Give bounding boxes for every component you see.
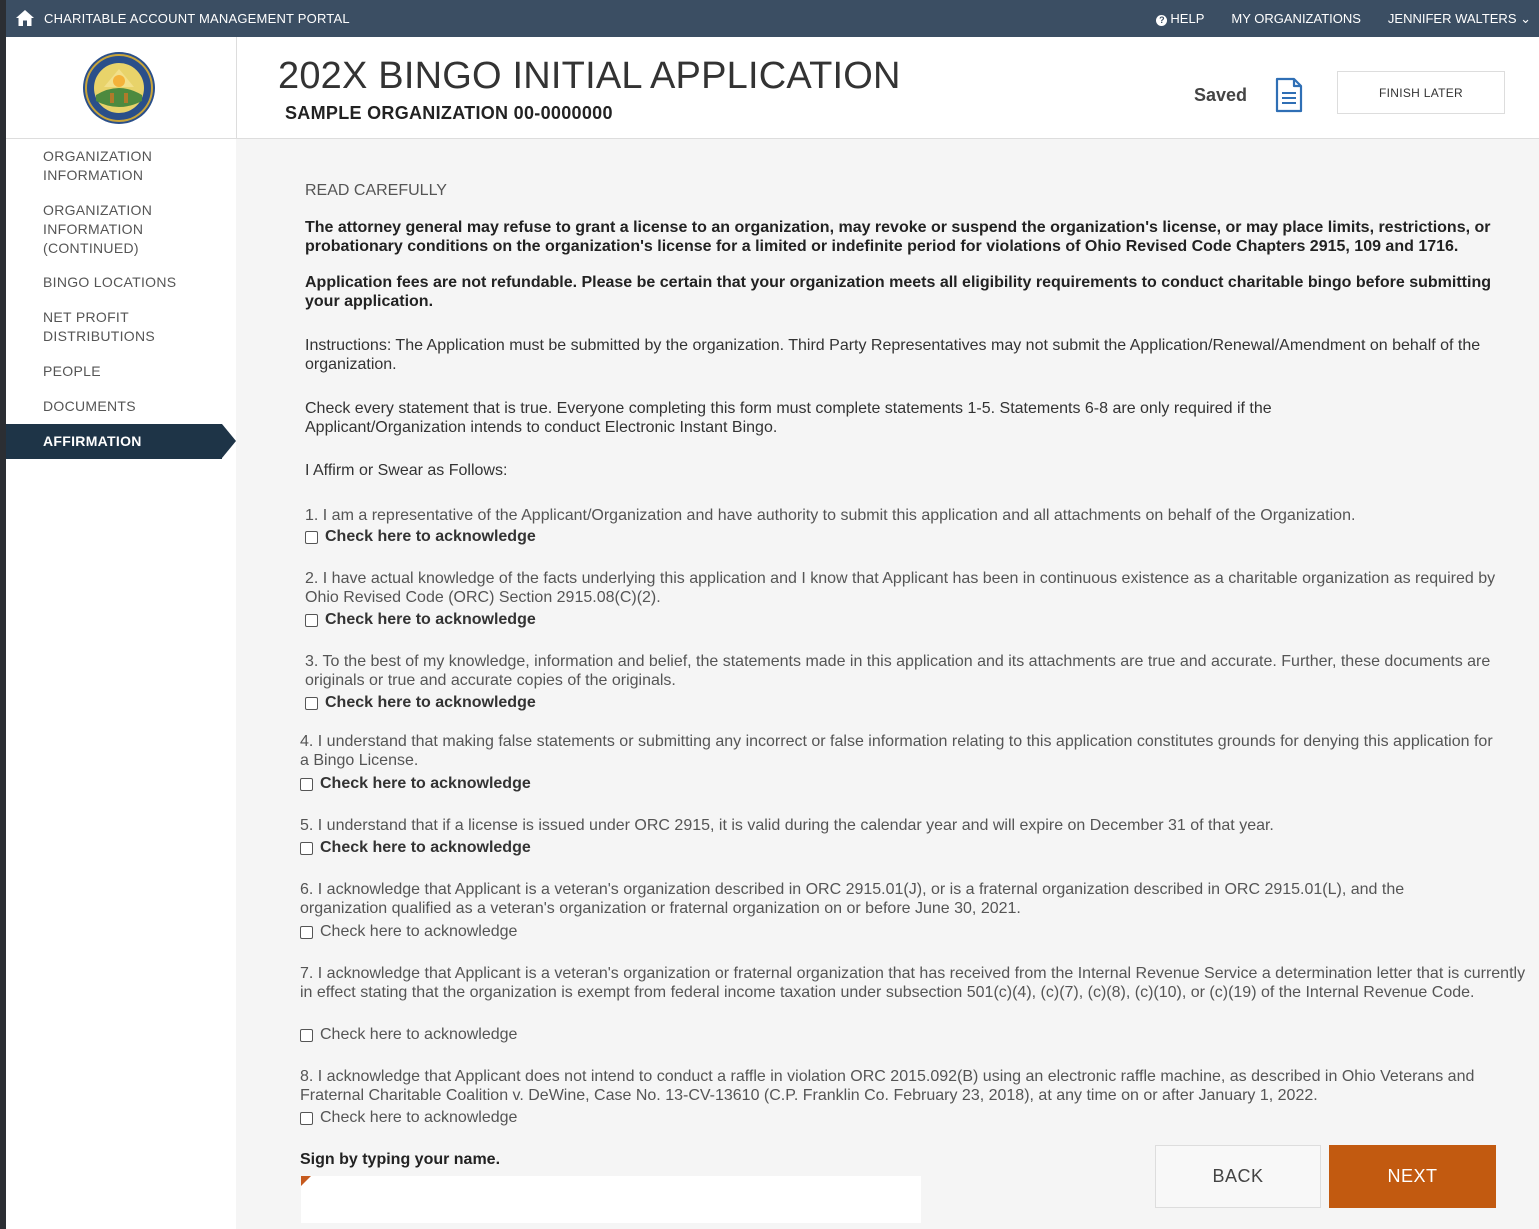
acknowledge-checkbox-6[interactable]: Check here to acknowledge — [300, 923, 517, 941]
statement-3: 3. To the best of my knowledge, informat… — [305, 653, 1491, 689]
statement-8: 8. I acknowledge that Applicant does not… — [300, 1068, 1475, 1104]
sidebar-item-documents[interactable]: DOCUMENTS — [43, 397, 136, 416]
affirmation-form: READ CAREFULLY The attorney general may … — [236, 139, 1539, 1229]
checkbox[interactable] — [305, 613, 318, 627]
acknowledge-checkbox-4[interactable]: Check here to acknowledge — [300, 775, 531, 793]
sidebar-item-net-profit-distributions[interactable]: NET PROFIT DISTRIBUTIONS — [43, 308, 183, 346]
sidebar-item-organization-information[interactable]: ORGANIZATION INFORMATION — [43, 147, 236, 185]
statement-1: 1. I am a representative of the Applican… — [305, 507, 1356, 524]
statement-6: 6. I acknowledge that Applicant is a vet… — [300, 881, 1405, 917]
sidebar-item-affirmation[interactable]: AFFIRMATION — [6, 424, 236, 459]
acknowledge-checkbox-5[interactable]: Check here to acknowledge — [300, 839, 531, 857]
acknowledge-checkbox-8[interactable]: Check here to acknowledge — [300, 1109, 517, 1127]
top-nav: ? HELP MY ORGANIZATIONS JENNIFER WALTERS … — [1156, 11, 1531, 27]
back-button[interactable]: BACK — [1155, 1145, 1321, 1208]
checkbox[interactable] — [305, 696, 318, 710]
checkbox[interactable] — [300, 925, 313, 939]
attorney-general-seal-icon — [83, 52, 155, 124]
sidebar-item-organization-information-continued[interactable]: ORGANIZATION INFORMATION (CONTINUED) — [43, 201, 183, 258]
acknowledge-checkbox-3[interactable]: Check here to acknowledge — [305, 694, 536, 712]
logo-cell — [6, 37, 237, 138]
document-icon[interactable] — [1274, 77, 1304, 113]
required-marker-icon — [301, 1176, 311, 1186]
top-bar: CHARITABLE ACCOUNT MANAGEMENT PORTAL ? HE… — [6, 0, 1539, 37]
signature-label: Sign by typing your name. — [300, 1151, 501, 1168]
saved-status: Saved — [1194, 85, 1248, 105]
sidebar-nav: ORGANIZATION INFORMATION ORGANIZATION IN… — [6, 139, 236, 724]
statement-5: 5. I understand that if a license is iss… — [300, 817, 1274, 834]
help-label: HELP — [1170, 11, 1205, 26]
help-link[interactable]: ? HELP — [1156, 11, 1204, 27]
checkbox[interactable] — [300, 1111, 313, 1125]
home-icon[interactable] — [15, 9, 35, 27]
question-circle-icon: ? — [1156, 15, 1168, 26]
my-organizations-link[interactable]: MY ORGANIZATIONS — [1231, 11, 1361, 27]
acknowledge-checkbox-7[interactable]: Check here to acknowledge — [300, 1026, 517, 1044]
organization-name: SAMPLE ORGANIZATION 00-0000000 — [285, 103, 613, 123]
warning-paragraph: The attorney general may refuse to grant… — [305, 219, 1491, 255]
checkbox[interactable] — [300, 777, 313, 791]
checkbox[interactable] — [300, 841, 313, 855]
statement-4: 4. I understand that making false statem… — [300, 733, 1493, 769]
page-header: 202X BINGO INITIAL APPLICATION SAMPLE OR… — [6, 37, 1539, 139]
instructions-paragraph: Instructions: The Application must be su… — [305, 337, 1481, 373]
acknowledge-checkbox-1[interactable]: Check here to acknowledge — [305, 528, 536, 546]
next-button[interactable]: NEXT — [1329, 1145, 1496, 1208]
user-menu[interactable]: JENNIFER WALTERS ⌄ — [1388, 11, 1531, 27]
portal-title: CHARITABLE ACCOUNT MANAGEMENT PORTAL — [44, 11, 350, 26]
read-carefully-heading: READ CAREFULLY — [305, 182, 447, 199]
sidebar-item-people[interactable]: PEOPLE — [43, 362, 101, 381]
statement-7: 7. I acknowledge that Applicant is a vet… — [300, 965, 1526, 1001]
page-title: 202X BINGO INITIAL APPLICATION — [278, 55, 901, 97]
statement-2: 2. I have actual knowledge of the facts … — [305, 570, 1496, 606]
checkbox[interactable] — [300, 1028, 313, 1042]
fees-paragraph: Application fees are not refundable. Ple… — [305, 274, 1491, 310]
check-instructions-paragraph: Check every statement that is true. Ever… — [305, 400, 1272, 436]
acknowledge-checkbox-2[interactable]: Check here to acknowledge — [305, 611, 536, 629]
sidebar-lower-panel — [6, 724, 236, 1229]
signature-input[interactable] — [301, 1176, 921, 1223]
finish-later-button[interactable]: FINISH LATER — [1337, 71, 1505, 114]
checkbox[interactable] — [305, 530, 318, 544]
sidebar-item-bingo-locations[interactable]: BINGO LOCATIONS — [43, 273, 176, 292]
affirm-heading: I Affirm or Swear as Follows: — [305, 462, 508, 479]
